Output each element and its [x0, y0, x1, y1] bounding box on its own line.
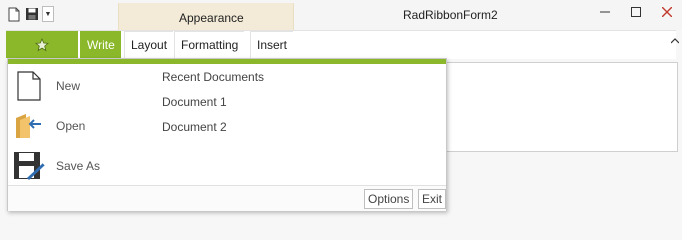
- menu-accent-bar: [8, 59, 446, 64]
- minimize-icon: [599, 11, 610, 13]
- menu-item-label: New: [56, 79, 81, 93]
- menu-item-save-as[interactable]: Save As: [10, 147, 150, 185]
- context-tab-appearance[interactable]: Appearance: [118, 3, 294, 30]
- window-title: RadRibbonForm2: [403, 8, 498, 22]
- tab-formatting[interactable]: Formatting: [174, 31, 245, 58]
- window-controls: [589, 0, 682, 24]
- menu-item-open[interactable]: Open: [10, 107, 150, 145]
- collapse-ribbon-button[interactable]: [670, 33, 680, 47]
- tab-layout[interactable]: Layout: [124, 31, 174, 58]
- ribbon-tab-bar: Write Layout Formatting Insert: [6, 30, 680, 59]
- chevron-down-icon: ▼: [44, 10, 52, 18]
- tab-insert[interactable]: Insert: [250, 31, 294, 58]
- save-as-icon: [12, 149, 46, 183]
- close-button[interactable]: [651, 0, 682, 24]
- menu-item-new[interactable]: New: [10, 67, 150, 105]
- maximize-icon: [630, 7, 641, 17]
- menu-item-label: Save As: [56, 159, 101, 173]
- context-tab-label: Appearance: [179, 11, 244, 25]
- close-icon: [661, 7, 672, 17]
- exit-button[interactable]: Exit: [418, 189, 447, 209]
- application-menu-footer: Options Exit: [8, 185, 447, 211]
- menu-item-label: Open: [56, 119, 86, 133]
- new-document-icon: [12, 69, 46, 103]
- options-button[interactable]: Options: [364, 189, 414, 209]
- maximize-button[interactable]: [620, 0, 651, 24]
- recent-document-item[interactable]: Document 2: [162, 120, 227, 134]
- save-button[interactable]: [24, 5, 40, 23]
- open-folder-icon: [12, 109, 46, 143]
- save-icon: [26, 8, 38, 20]
- ribbon-content-area: [440, 62, 678, 152]
- recent-documents-heading: Recent Documents: [162, 70, 265, 84]
- title-bar: ▼ Appearance RadRibbonForm2: [0, 0, 682, 30]
- chevron-up-icon: [670, 38, 680, 44]
- application-menu: New Open Save As Recent Documents Docume…: [7, 58, 447, 211]
- star-icon: [35, 37, 49, 51]
- qat-customize-dropdown[interactable]: ▼: [42, 6, 54, 22]
- recent-document-item[interactable]: Document 1: [162, 95, 227, 109]
- quick-access-toolbar: ▼: [6, 5, 54, 23]
- tab-write[interactable]: Write: [80, 31, 121, 59]
- minimize-button[interactable]: [589, 0, 620, 24]
- new-file-button[interactable]: [6, 5, 22, 23]
- new-file-icon: [8, 7, 20, 21]
- application-button[interactable]: [6, 31, 78, 58]
